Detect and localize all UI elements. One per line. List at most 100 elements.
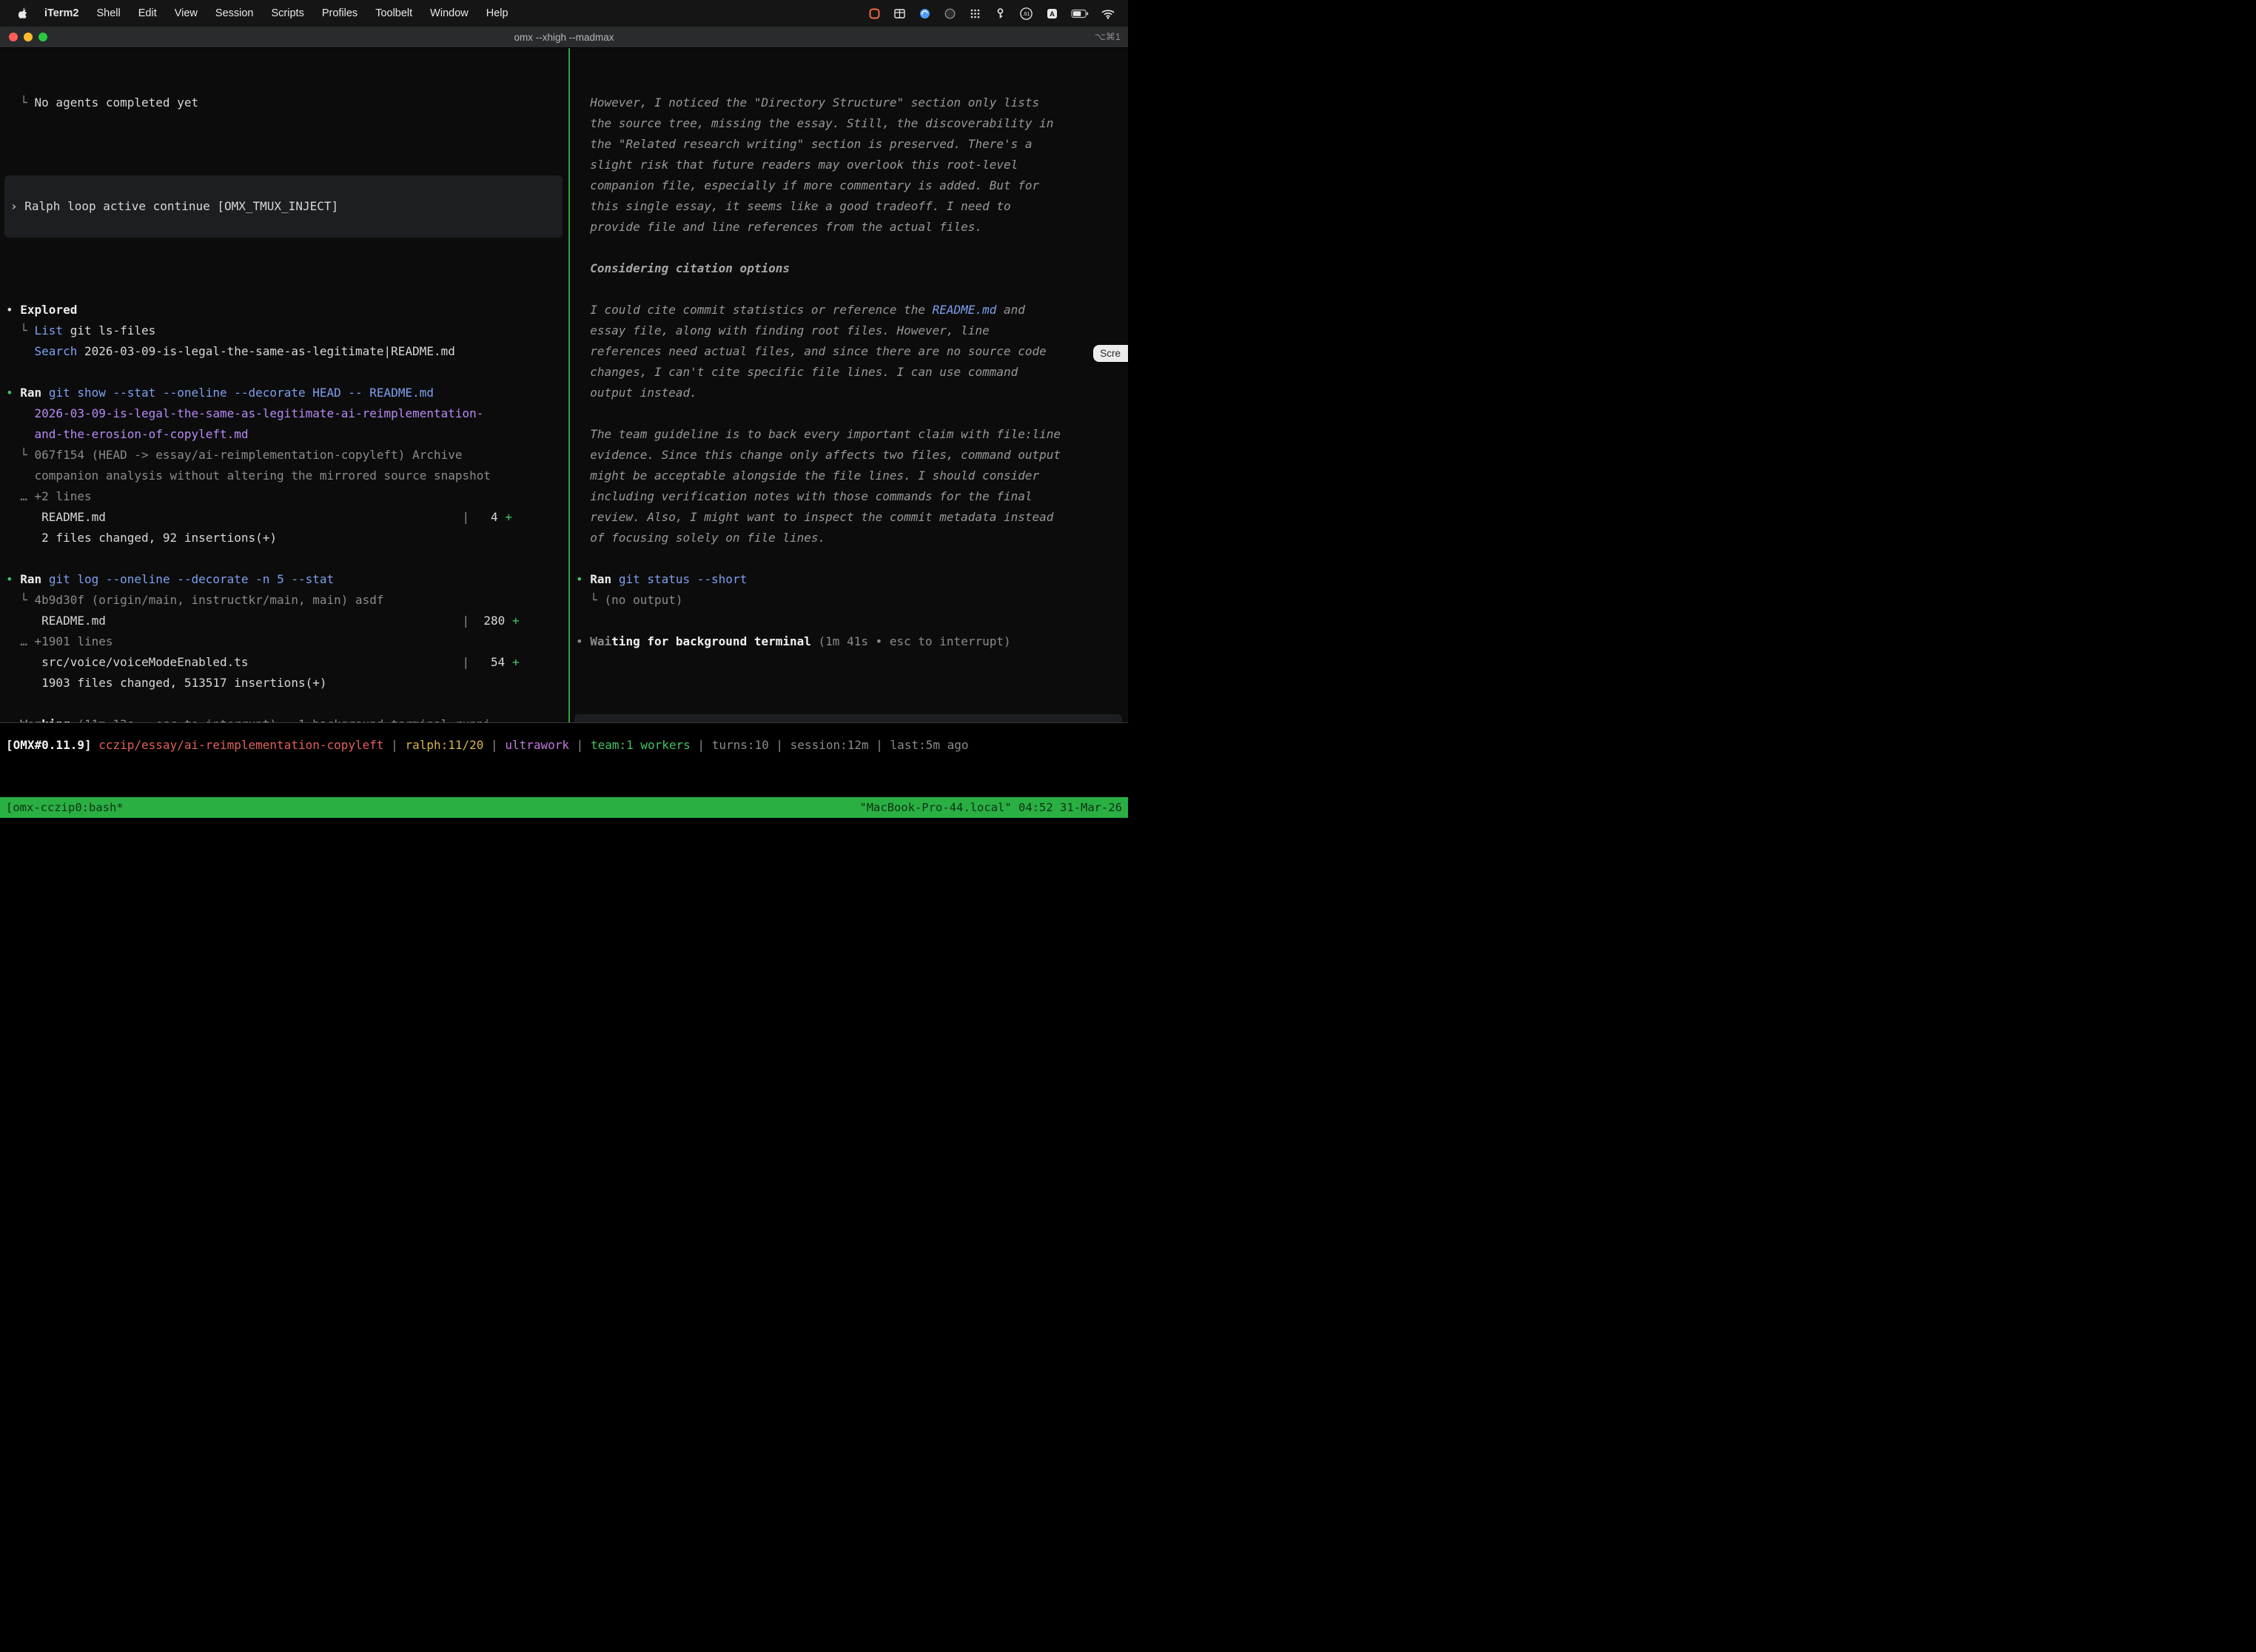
terminal-line: README.md | 280 + bbox=[6, 611, 568, 631]
terminal: └ No agents completed yet › Ralph loop a… bbox=[0, 48, 1128, 723]
terminal-line bbox=[6, 694, 568, 714]
terminal-line: [OMX#0.11.9] cczip/essay/ai-reimplementa… bbox=[6, 735, 1122, 756]
terminal-line: src/voice/voiceModeEnabled.ts | 54 + bbox=[6, 652, 568, 673]
terminal-line: this single essay, it seems like a good … bbox=[576, 196, 1128, 217]
menu-shell[interactable]: Shell bbox=[87, 7, 129, 19]
menu-toolbelt[interactable]: Toolbelt bbox=[366, 7, 421, 19]
tmux-session-info: [omx-cczip0:bash* bbox=[6, 801, 124, 814]
right-agent-log: However, I noticed the "Directory Struct… bbox=[576, 93, 1128, 673]
right-pane: However, I noticed the "Directory Struct… bbox=[570, 48, 1128, 722]
menu-app-name[interactable]: iTerm2 bbox=[36, 7, 87, 19]
menu-profiles[interactable]: Profiles bbox=[313, 7, 366, 19]
menu-window[interactable]: Window bbox=[421, 7, 477, 19]
terminal-line: of focusing solely on file lines. bbox=[576, 528, 1128, 548]
terminal-line bbox=[6, 548, 568, 569]
left-scrollback: └ No agents completed yet bbox=[6, 93, 568, 134]
terminal-line: • Ran git log --oneline --decorate -n 5 … bbox=[6, 569, 568, 590]
screen-share-tooltip[interactable]: Scre bbox=[1093, 345, 1128, 362]
sphere-icon[interactable] bbox=[944, 7, 956, 20]
terminal-line: changes, I can't cite specific file line… bbox=[576, 362, 1128, 383]
terminal-line: … +2 lines bbox=[6, 486, 568, 507]
menu-session[interactable]: Session bbox=[207, 7, 263, 19]
right-prompt-input[interactable]: › Improve documentation in @filename bbox=[574, 714, 1122, 722]
terminal-line: └ (no output) bbox=[576, 590, 1128, 611]
terminal-line: • Waiting for background terminal (1m 41… bbox=[576, 631, 1128, 652]
window-titlebar[interactable]: omx --xhigh --madmax ⌥⌘1 bbox=[0, 27, 1128, 48]
terminal-line: └ List git ls-files bbox=[6, 320, 568, 341]
terminal-line: Considering citation options bbox=[576, 258, 1128, 279]
svg-text:A: A bbox=[1050, 10, 1055, 19]
terminal-line: the source tree, missing the essay. Stil… bbox=[576, 113, 1128, 134]
terminal-line: slight risk that future readers may over… bbox=[576, 155, 1128, 175]
terminal-line: the "Related research writing" section i… bbox=[576, 134, 1128, 155]
terminal-line: • Working (11m 13s • esc to interrupt) ·… bbox=[6, 714, 568, 722]
terminal-line: output instead. bbox=[576, 383, 1128, 403]
terminal-line: might be acceptable alongside the file l… bbox=[576, 466, 1128, 486]
minimize-button[interactable] bbox=[24, 33, 33, 41]
svg-text:.61: .61 bbox=[1023, 12, 1030, 17]
tmux-status-bar: [omx-cczip0:bash* "MacBook-Pro-44.local"… bbox=[0, 797, 1128, 818]
screen-bottom-gap bbox=[0, 818, 1128, 826]
terminal-line: However, I noticed the "Directory Struct… bbox=[576, 93, 1128, 113]
screen: iTerm2 Shell Edit View Session Scripts P… bbox=[0, 0, 1128, 826]
left-agent-log: • Explored └ List git ls-files Search 20… bbox=[6, 279, 568, 722]
terminal-line: and-the-erosion-of-copyleft.md bbox=[6, 424, 568, 445]
terminal-line: provide file and line references from th… bbox=[576, 217, 1128, 238]
terminal-line: review. Also, I might want to inspect th… bbox=[576, 507, 1128, 528]
battery-gauge-icon[interactable]: .61 bbox=[1019, 7, 1033, 21]
terminal-line: evidence. Since this change only affects… bbox=[576, 445, 1128, 466]
terminal-line bbox=[6, 113, 568, 134]
terminal-line: └ 067f154 (HEAD -> essay/ai-reimplementa… bbox=[6, 445, 568, 466]
battery-icon[interactable] bbox=[1071, 9, 1089, 19]
swirl-icon[interactable] bbox=[919, 7, 931, 20]
terminal-line: companion analysis without altering the … bbox=[6, 466, 568, 486]
record-stop-icon[interactable] bbox=[868, 7, 881, 20]
terminal-line: … +1901 lines bbox=[6, 631, 568, 652]
key-icon[interactable] bbox=[994, 7, 1007, 20]
terminal-line: references need actual files, and since … bbox=[576, 341, 1128, 362]
apple-icon bbox=[18, 7, 28, 19]
terminal-line: └ 4b9d30f (origin/main, instructkr/main,… bbox=[6, 590, 568, 611]
left-pane: └ No agents completed yet › Ralph loop a… bbox=[0, 48, 568, 722]
zoom-button[interactable] bbox=[38, 33, 47, 41]
window-controls bbox=[0, 33, 47, 41]
omx-status-line: [OMX#0.11.9] cczip/essay/ai-reimplementa… bbox=[0, 723, 1128, 797]
apple-menu[interactable] bbox=[10, 7, 36, 19]
dots-grid-icon[interactable] bbox=[969, 7, 981, 20]
terminal-line: › Ralph loop active continue [OMX_TMUX_I… bbox=[10, 196, 338, 217]
menu-edit[interactable]: Edit bbox=[130, 7, 166, 19]
terminal-line: 2026-03-09-is-legal-the-same-as-legitima… bbox=[6, 403, 568, 424]
grid-icon[interactable] bbox=[893, 7, 906, 20]
wifi-icon[interactable] bbox=[1101, 7, 1115, 19]
terminal-line: • Ran git show --stat --oneline --decora… bbox=[6, 383, 568, 403]
terminal-line: README.md | 4 + bbox=[6, 507, 568, 528]
menu-view[interactable]: View bbox=[166, 7, 207, 19]
input-source-icon[interactable]: A bbox=[1046, 7, 1058, 20]
terminal-line bbox=[6, 279, 568, 300]
tmux-host-time: "MacBook-Pro-44.local" 04:52 31-Mar-26 bbox=[859, 801, 1122, 814]
terminal-line bbox=[576, 548, 1128, 569]
window-title: omx --xhigh --madmax bbox=[0, 32, 1128, 43]
terminal-line: └ No agents completed yet bbox=[6, 93, 568, 113]
menubar: iTerm2 Shell Edit View Session Scripts P… bbox=[0, 0, 1128, 27]
terminal-line: 1903 files changed, 513517 insertions(+) bbox=[6, 673, 568, 694]
menu-scripts[interactable]: Scripts bbox=[263, 7, 313, 19]
terminal-line bbox=[576, 611, 1128, 631]
terminal-line: • Explored bbox=[6, 300, 568, 320]
terminal-line: companion file, especially if more comme… bbox=[576, 175, 1128, 196]
terminal-line bbox=[576, 403, 1128, 424]
terminal-line: including verification notes with those … bbox=[576, 486, 1128, 507]
terminal-line bbox=[6, 362, 568, 383]
terminal-line: • Ran git status --short bbox=[576, 569, 1128, 590]
close-button[interactable] bbox=[9, 33, 18, 41]
terminal-line bbox=[576, 238, 1128, 258]
terminal-line: The team guideline is to back every impo… bbox=[576, 424, 1128, 445]
menu-help[interactable]: Help bbox=[477, 7, 517, 19]
terminal-line: I could cite commit statistics or refere… bbox=[576, 300, 1128, 320]
terminal-line: 2 files changed, 92 insertions(+) bbox=[6, 528, 568, 548]
terminal-line bbox=[576, 652, 1128, 673]
ralph-loop-banner: › Ralph loop active continue [OMX_TMUX_I… bbox=[4, 175, 563, 238]
ralph-loop-banner-text: › Ralph loop active continue [OMX_TMUX_I… bbox=[10, 196, 338, 217]
terminal-line: essay file, along with finding root file… bbox=[576, 320, 1128, 341]
menubar-status-icons: .61 A bbox=[868, 7, 1115, 21]
